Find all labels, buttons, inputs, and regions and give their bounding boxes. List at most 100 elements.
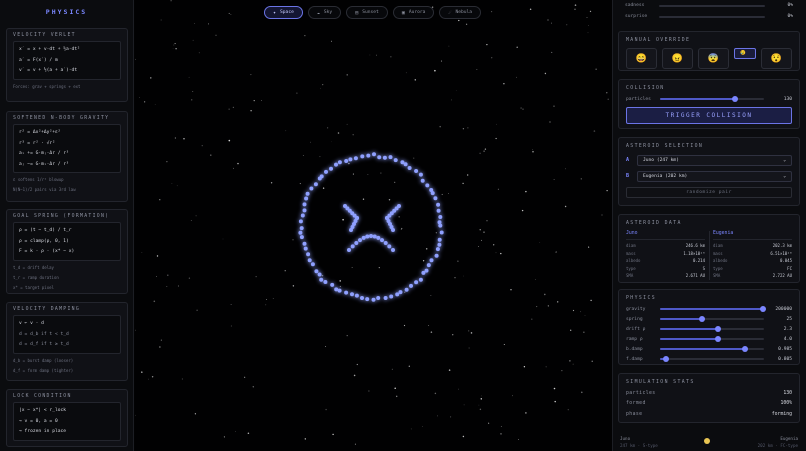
slider-knob[interactable] bbox=[715, 336, 722, 342]
slider-knob[interactable] bbox=[698, 316, 705, 322]
footer-right-sub: 202 km · FC-type bbox=[757, 442, 798, 448]
simulation-canvas[interactable]: ✦ Space ☁ Sky ▤ Sunset ▣ Aurora ☄ Nebula bbox=[135, 0, 610, 451]
asteroid-a-value: Juno (247 km) bbox=[643, 157, 679, 163]
star bbox=[367, 174, 369, 175]
particle bbox=[383, 241, 388, 245]
manual-override-title: MANUAL OVERRIDE bbox=[626, 38, 691, 43]
star bbox=[153, 300, 156, 303]
emotion-face-button[interactable]: 😨 bbox=[698, 48, 729, 69]
star bbox=[547, 19, 549, 21]
slider-knob[interactable] bbox=[663, 356, 670, 362]
slider-knob[interactable] bbox=[715, 326, 722, 332]
mode-button-sunset[interactable]: ▤ Sunset bbox=[346, 6, 388, 19]
collision-dot-icon bbox=[704, 438, 710, 444]
star bbox=[272, 298, 274, 299]
mode-button-space[interactable]: ✦ Space bbox=[264, 6, 303, 19]
star bbox=[175, 48, 177, 50]
star bbox=[467, 174, 469, 176]
particle bbox=[307, 258, 312, 263]
physics-value: 2.3 bbox=[783, 326, 792, 332]
mode-label: Space bbox=[280, 10, 294, 15]
star bbox=[250, 74, 252, 76]
star bbox=[455, 90, 457, 91]
manual-override-card: MANUAL OVERRIDE 😄 😠 😨 😢 😯 bbox=[618, 31, 800, 71]
asteroid-selection-card: ASTEROID SELECTION A Juno (247 km) ⌄ B Eu… bbox=[618, 137, 800, 206]
physics-slider[interactable] bbox=[660, 306, 766, 312]
control-panel: sadness 0% surprise 0% MANUAL OVERRIDE 😄 😠 😨 😢… bbox=[612, 0, 806, 451]
mode-space-icon: ✦ bbox=[273, 9, 277, 16]
mode-button-aurora[interactable]: ▣ Aurora bbox=[392, 6, 435, 19]
mode-button-nebula[interactable]: ☄ Nebula bbox=[439, 6, 482, 19]
asteroid-stat-row: type S bbox=[626, 265, 705, 273]
particle bbox=[329, 166, 333, 171]
star bbox=[403, 324, 406, 327]
stat-value: 100% bbox=[780, 401, 792, 407]
asteroid-stat-row: SMA 2.671 AU bbox=[626, 272, 705, 280]
slider-knob[interactable] bbox=[759, 306, 766, 312]
physics-slider[interactable] bbox=[660, 346, 764, 352]
star bbox=[491, 57, 493, 59]
asteroid-stat-key: type bbox=[626, 265, 636, 271]
star bbox=[394, 181, 396, 183]
simulation-stats-title: SIMULATION STATS bbox=[626, 380, 695, 385]
physics-slider[interactable] bbox=[660, 316, 764, 322]
star bbox=[230, 325, 232, 327]
emotion-face-button[interactable]: 😯 bbox=[761, 48, 792, 69]
formula-card: GOAL SPRING (FORMATION) ρ = (t − t_d) / t… bbox=[6, 209, 128, 294]
star bbox=[222, 238, 224, 240]
formula-panel: PHYSICS VELOCITY VERLET x′ = x + v·dt + ½… bbox=[0, 0, 134, 451]
star bbox=[441, 193, 443, 196]
particle bbox=[350, 292, 354, 297]
emotion-face-button[interactable]: 😄 bbox=[626, 48, 657, 69]
collision-particles-slider[interactable] bbox=[660, 96, 764, 102]
star bbox=[481, 395, 482, 397]
particle bbox=[358, 238, 362, 243]
star bbox=[555, 251, 557, 253]
star bbox=[606, 189, 608, 192]
physics-slider[interactable] bbox=[660, 356, 764, 362]
star bbox=[342, 218, 344, 221]
mode-button-sky[interactable]: ☁ Sky bbox=[307, 6, 342, 19]
particle bbox=[365, 234, 370, 239]
star bbox=[194, 23, 195, 24]
stat-label: formed bbox=[626, 401, 646, 407]
physics-slider[interactable] bbox=[660, 336, 764, 342]
slider-knob[interactable] bbox=[742, 346, 749, 352]
particle bbox=[391, 248, 395, 252]
mode-aurora-icon: ▣ bbox=[401, 9, 405, 16]
asteroid-stat-row: diam 246.6 km bbox=[626, 242, 705, 250]
star bbox=[390, 56, 392, 58]
trigger-collision-button[interactable]: TRIGGER COLLISION bbox=[626, 107, 792, 124]
star bbox=[500, 252, 502, 255]
randomize-pair-button[interactable]: randomize pair bbox=[626, 187, 792, 198]
star bbox=[299, 183, 301, 185]
particle bbox=[302, 202, 307, 207]
star bbox=[346, 334, 348, 337]
star bbox=[557, 301, 559, 303]
star bbox=[448, 369, 451, 371]
star bbox=[354, 443, 356, 445]
star bbox=[325, 346, 327, 347]
star bbox=[495, 137, 497, 140]
star bbox=[237, 162, 239, 165]
star bbox=[566, 24, 568, 26]
asteroid-stat-value: 246.6 km bbox=[685, 243, 705, 248]
star bbox=[547, 305, 549, 307]
star bbox=[223, 436, 225, 438]
emotion-face-button[interactable]: 😢 bbox=[734, 48, 756, 59]
mode-label: Aurora bbox=[408, 10, 426, 15]
star bbox=[230, 303, 232, 305]
star bbox=[581, 391, 583, 394]
star bbox=[491, 11, 493, 13]
emotion-face-button[interactable]: 😠 bbox=[662, 48, 693, 69]
star bbox=[591, 360, 593, 362]
asteroid-a-select[interactable]: Juno (247 km) ⌄ bbox=[637, 154, 792, 166]
collision-particles-value: 130 bbox=[783, 96, 792, 102]
formula-card-title: VELOCITY DAMPING bbox=[13, 307, 81, 312]
star bbox=[549, 121, 551, 123]
star bbox=[250, 110, 252, 112]
physics-slider[interactable] bbox=[660, 326, 764, 332]
physics-label: gravity bbox=[626, 306, 646, 312]
asteroid-b-select[interactable]: Eugenia (202 km) ⌄ bbox=[637, 170, 792, 182]
star bbox=[348, 162, 350, 165]
